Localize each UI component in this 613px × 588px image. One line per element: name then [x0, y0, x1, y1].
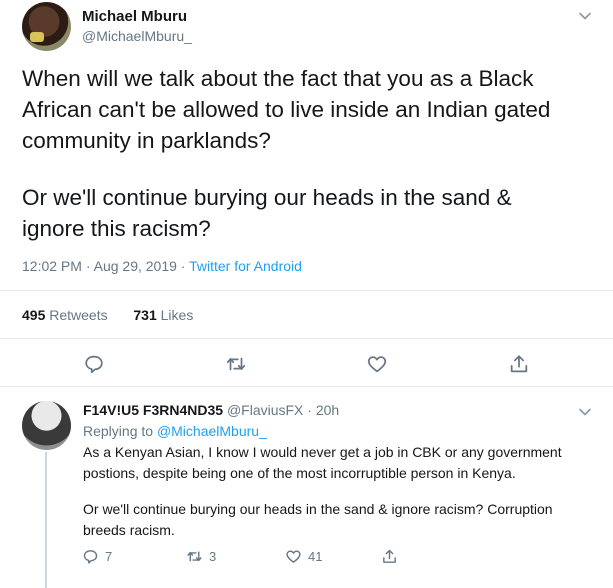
- like-icon: [286, 550, 301, 563]
- chevron-down-icon[interactable]: [578, 405, 592, 419]
- tweet-text-line: When will we talk about the fact that yo…: [22, 66, 534, 91]
- author-handle[interactable]: @MichaelMburu_: [82, 28, 192, 44]
- reply-reply-count: 7: [105, 549, 113, 564]
- chevron-down-icon[interactable]: [578, 9, 592, 23]
- tweet-text-line: Or we'll continue burying our heads in t…: [22, 185, 512, 210]
- reply-reply-button[interactable]: 7: [82, 548, 112, 565]
- tweet-text-line: ignore this racism?: [22, 216, 211, 241]
- reply-author-avatar[interactable]: [22, 401, 71, 450]
- tweet-text-line: community in parklands?: [22, 128, 271, 153]
- reply-retweet-count: 3: [209, 549, 217, 564]
- author-name[interactable]: Michael Mburu: [82, 8, 187, 25]
- share-icon: [383, 549, 396, 563]
- retweet-icon: [187, 551, 202, 562]
- reply-like-button[interactable]: 41: [285, 548, 322, 565]
- tweet-date[interactable]: Aug 29, 2019: [94, 258, 177, 274]
- replying-to: Replying to @MichaelMburu_: [83, 423, 267, 439]
- reply-text-line: As a Kenyan Asian, I know I would never …: [83, 444, 562, 460]
- reply-icon[interactable]: [83, 353, 105, 375]
- like-icon[interactable]: [366, 353, 388, 375]
- retweet-icon[interactable]: [225, 353, 247, 375]
- reply-text-line: postions, despite being one of the most …: [83, 465, 516, 481]
- thread-line: [45, 452, 47, 588]
- reply-header: F14V!U5 F3RN4ND35 @FlaviusFX · 20h: [83, 402, 340, 418]
- divider: [0, 386, 613, 387]
- tweet-metadata: 12:02 PM · Aug 29, 2019 · Twitter for An…: [22, 258, 302, 274]
- replying-to-handle[interactable]: @MichaelMburu_: [157, 423, 267, 439]
- retweets-stat[interactable]: 495 Retweets: [22, 307, 108, 323]
- reply-author-name[interactable]: F14V!U5 F3RN4ND35: [83, 402, 223, 418]
- reply-text-line: Or we'll continue burying our heads in t…: [83, 501, 553, 517]
- reply-retweet-button[interactable]: 3: [186, 548, 216, 565]
- tweet-stats: 495 Retweets 731 Likes: [22, 307, 193, 323]
- tweet-time[interactable]: 12:02 PM: [22, 258, 82, 274]
- tweet-source-link[interactable]: Twitter for Android: [189, 258, 302, 274]
- likes-stat[interactable]: 731 Likes: [133, 307, 193, 323]
- tweet-text-line: African can't be allowed to live inside …: [22, 97, 551, 122]
- share-icon[interactable]: [508, 353, 530, 375]
- reply-time[interactable]: 20h: [316, 402, 339, 418]
- reply-text-line: breeds racism.: [83, 522, 175, 538]
- reply-like-count: 41: [308, 549, 323, 564]
- divider: [0, 338, 613, 339]
- reply-author-handle[interactable]: @FlaviusFX: [227, 402, 303, 418]
- author-avatar[interactable]: [22, 2, 71, 51]
- reply-share-button[interactable]: [381, 548, 398, 565]
- reply-icon: [83, 550, 98, 564]
- divider: [0, 290, 613, 291]
